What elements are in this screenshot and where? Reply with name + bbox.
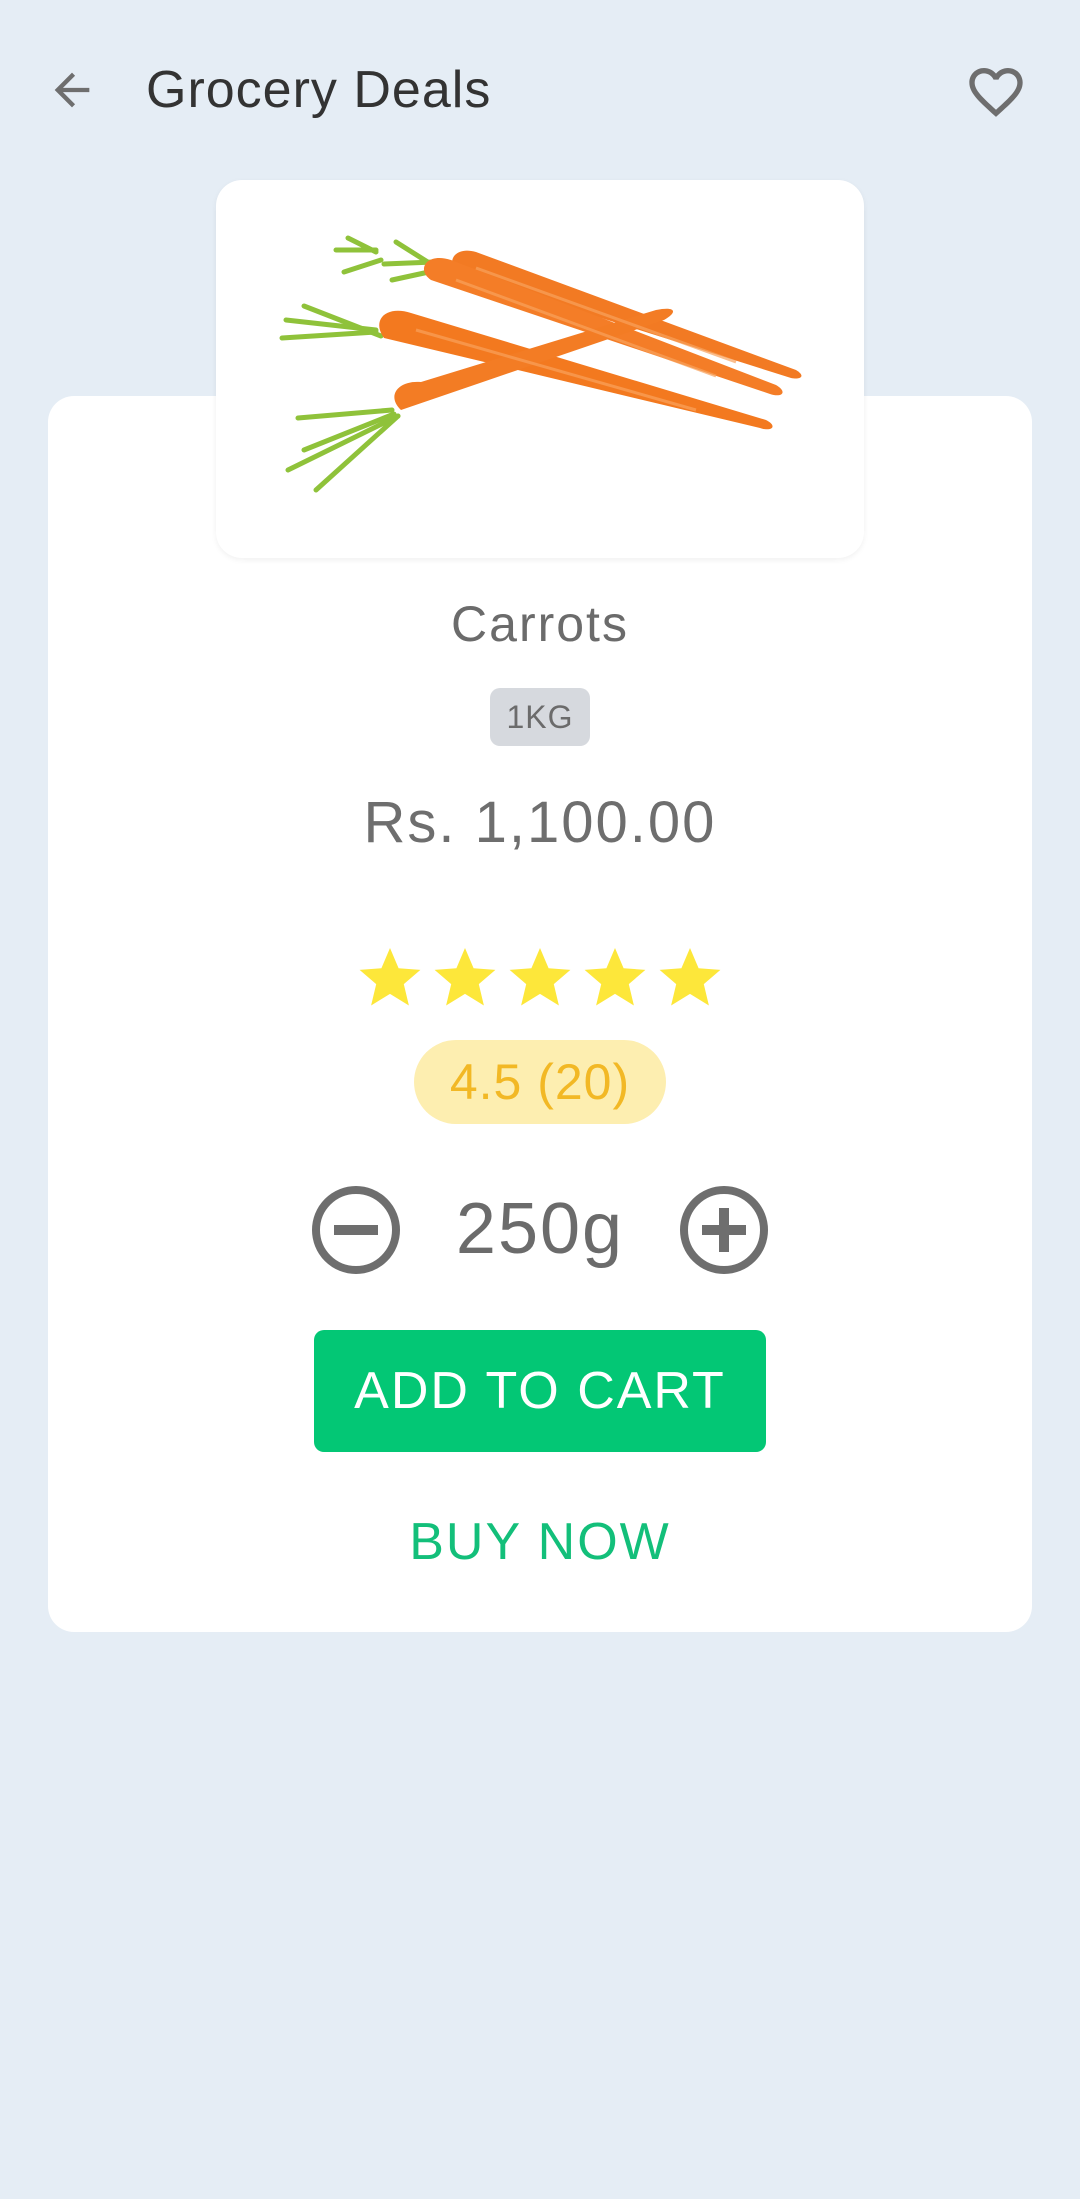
quantity-value: 250g	[455, 1189, 625, 1269]
back-button[interactable]	[40, 58, 104, 122]
product-name: Carrots	[451, 596, 629, 652]
star-icon	[584, 948, 646, 1006]
favorite-button[interactable]	[960, 56, 1032, 128]
decrease-quantity-button[interactable]	[310, 1184, 402, 1276]
product-image	[216, 180, 864, 558]
page-title: Grocery Deals	[146, 61, 492, 119]
unit-badge: 1KG	[490, 688, 590, 746]
carrots-image	[279, 235, 802, 493]
add-to-cart-button[interactable]: ADD TO CART	[314, 1330, 766, 1452]
star-icon	[509, 948, 571, 1006]
star-icon	[659, 948, 721, 1006]
top-app-bar: Grocery Deals	[0, 0, 1080, 180]
star-icon	[434, 948, 496, 1006]
star-icon	[359, 948, 421, 1006]
star-rating	[356, 944, 724, 1012]
rating-badge: 4.5 (20)	[414, 1040, 666, 1124]
increase-quantity-button[interactable]	[678, 1184, 770, 1276]
arrow-left-icon	[54, 72, 90, 108]
product-price: Rs. 1,100.00	[363, 790, 717, 855]
plus-circle-icon	[680, 1186, 768, 1274]
buy-now-button[interactable]: BUY NOW	[314, 1502, 766, 1582]
heart-outline-icon	[969, 68, 1023, 117]
minus-circle-icon	[312, 1186, 400, 1274]
